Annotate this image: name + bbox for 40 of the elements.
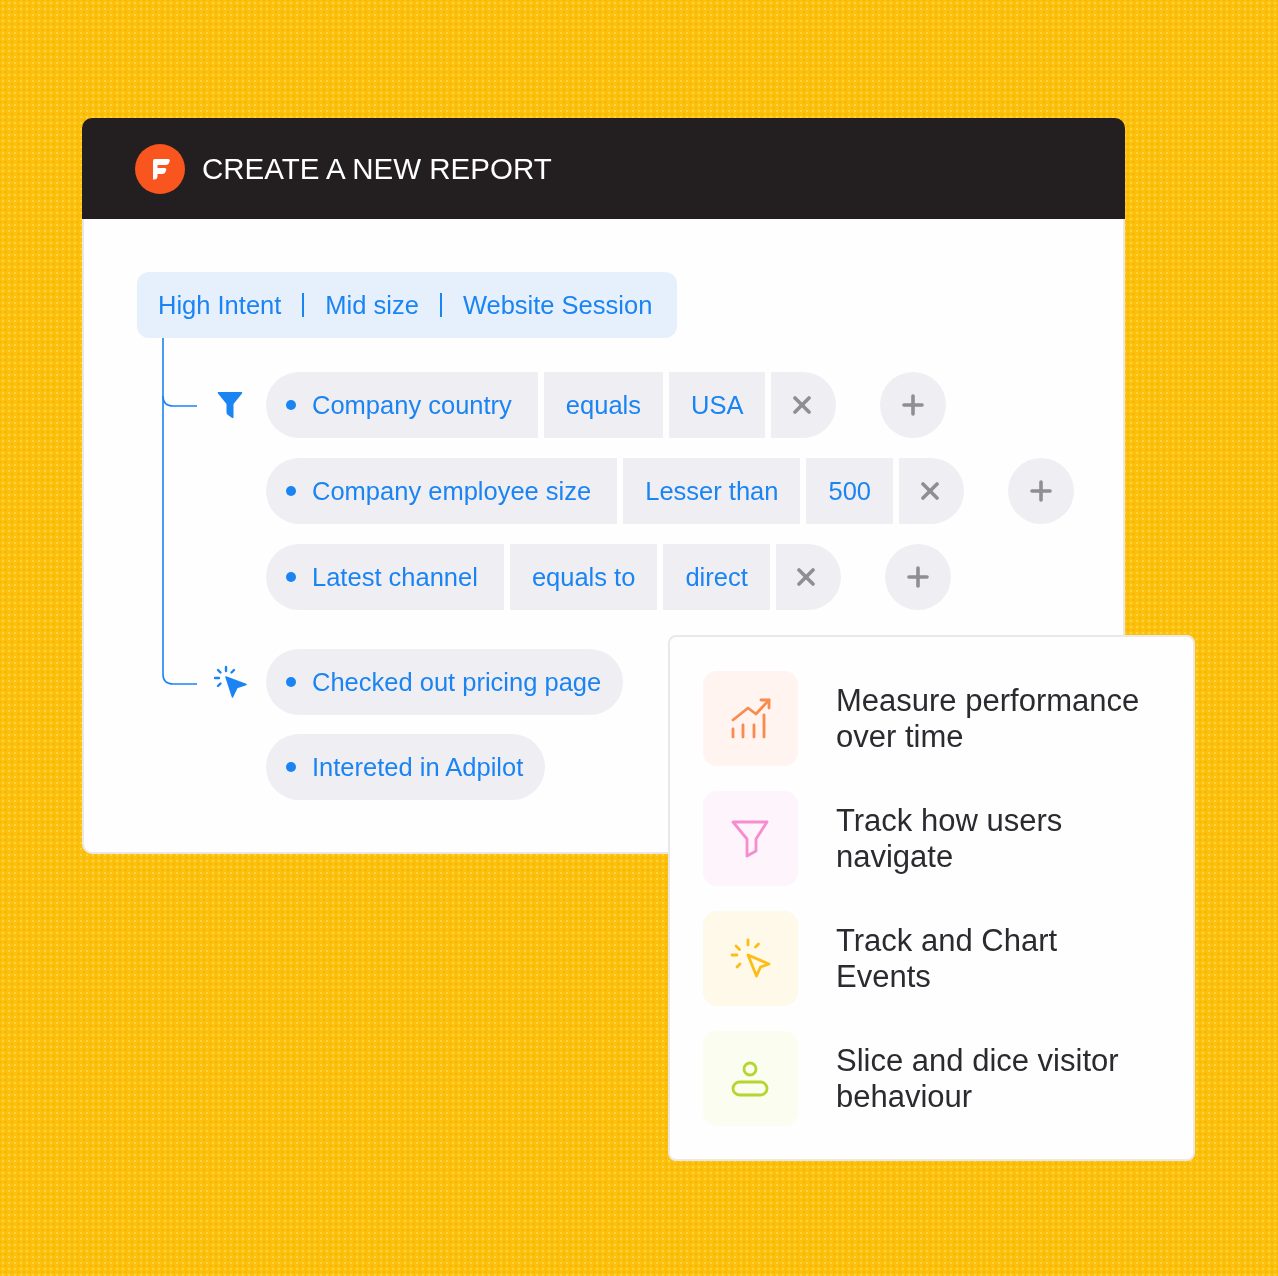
funnel-icon — [703, 791, 798, 886]
dot-icon — [286, 400, 296, 410]
person-icon — [703, 1031, 798, 1126]
plus-icon — [902, 394, 925, 416]
event-chip[interactable]: Intereted in Adpilot — [266, 734, 546, 800]
feature-text: Measure performance over time — [836, 682, 1141, 755]
segment-tag: High Intent — [137, 290, 303, 320]
field-dropdown[interactable]: Company employee size — [266, 458, 618, 524]
close-icon — [797, 568, 816, 586]
click-cursor-icon — [213, 665, 247, 699]
remove-button[interactable] — [899, 458, 965, 524]
value-field[interactable]: USA — [669, 372, 766, 438]
plus-icon — [906, 566, 929, 588]
operator-dropdown[interactable]: equals to — [509, 544, 658, 610]
field-dropdown[interactable]: Latest channel — [266, 544, 504, 610]
field-dropdown[interactable]: Company country — [266, 372, 538, 438]
dot-icon — [286, 572, 296, 582]
feature-text: Track and Chart Events — [836, 922, 1059, 995]
segment-tag: Mid size — [304, 290, 440, 320]
dot-icon — [286, 677, 296, 687]
feature-text: Slice and dice visitor behaviour — [836, 1042, 1120, 1115]
dot-icon — [286, 486, 296, 496]
remove-button[interactable] — [775, 544, 841, 610]
close-icon — [920, 482, 939, 500]
segment-tag: Website Session — [441, 290, 674, 320]
operator-dropdown[interactable]: equals — [543, 372, 663, 438]
value-field[interactable]: 500 — [806, 458, 894, 524]
logo-icon — [135, 143, 185, 194]
event-chip[interactable]: Checked out pricing page — [266, 649, 624, 715]
header-title: CREATE A NEW REPORT — [202, 151, 552, 186]
chart-trend-icon — [703, 671, 798, 766]
close-icon — [792, 396, 811, 414]
click-cursor-icon — [703, 911, 798, 1006]
dot-icon — [286, 762, 296, 772]
filter-icon — [217, 391, 243, 419]
value-field[interactable]: direct — [663, 544, 770, 610]
remove-button[interactable] — [771, 372, 837, 438]
feature-text: Track how users navigate — [836, 802, 1064, 875]
plus-icon — [1030, 480, 1053, 502]
operator-dropdown[interactable]: Lesser than — [623, 458, 801, 524]
